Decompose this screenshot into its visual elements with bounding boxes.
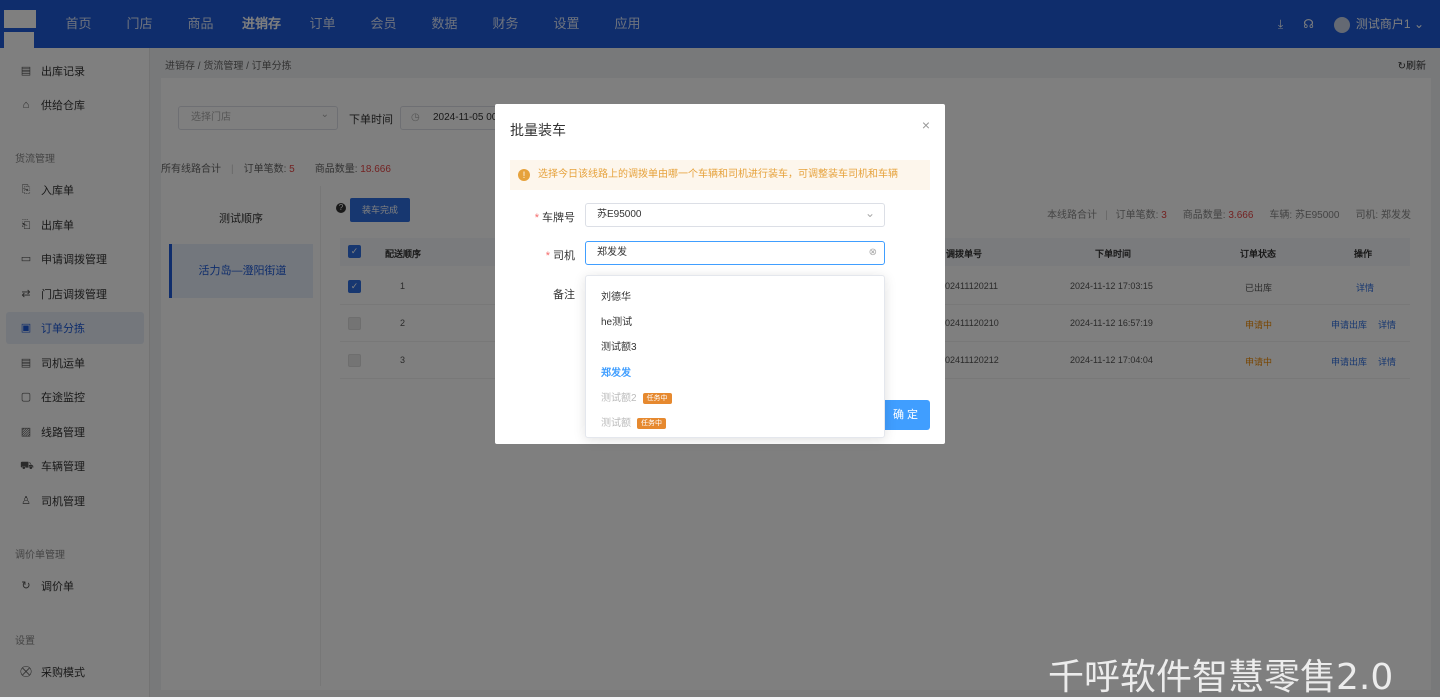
remark-label: 备注 (553, 289, 575, 301)
busy-tag: 任务中 (642, 392, 672, 404)
plate-label-text: 车牌号 (542, 212, 575, 224)
option-label: 测试额 (601, 418, 631, 429)
driver-option[interactable]: 刘德华 (601, 288, 631, 303)
plate-value: 苏E95000 (597, 209, 642, 220)
confirm-button[interactable]: 确 定 (881, 400, 930, 430)
alert-text: 选择今日该线路上的调拨单由哪一个车辆和司机进行装车，可调整装车司机和车辆 (538, 169, 898, 180)
driver-label-text: 司机 (553, 250, 575, 262)
driver-select[interactable]: 郑发发 ⊗ (585, 241, 885, 265)
driver-option-disabled: 测试额2 任务中 (601, 389, 672, 404)
driver-option-disabled: 测试额 任务中 (601, 414, 666, 429)
driver-value: 郑发发 (597, 247, 627, 258)
driver-option[interactable]: he测试 (601, 313, 632, 328)
driver-dropdown: 刘德华 he测试 测试额3 郑发发 测试额2 任务中 测试额 任务中 (585, 275, 885, 438)
clear-icon[interactable]: ⊗ (869, 242, 877, 264)
driver-option-selected[interactable]: 郑发发 (601, 364, 631, 379)
busy-tag: 任务中 (637, 417, 666, 429)
warning-icon: ! (518, 169, 530, 181)
close-icon[interactable]: × (922, 117, 930, 133)
plate-label: * 车牌号 (534, 212, 575, 224)
driver-label: * 司机 (545, 250, 575, 262)
chevron-down-icon: ⌄ (864, 206, 875, 220)
dialog-title: 批量装车 (510, 122, 566, 138)
warning-alert: ! 选择今日该线路上的调拨单由哪一个车辆和司机进行装车，可调整装车司机和车辆 (510, 160, 930, 190)
driver-option[interactable]: 测试额3 (601, 338, 637, 353)
watermark: 千呼软件智慧零售2.0 (1048, 657, 1394, 698)
plate-select[interactable]: 苏E95000 ⌄ (585, 203, 885, 227)
option-label: 测试额2 (601, 393, 637, 404)
